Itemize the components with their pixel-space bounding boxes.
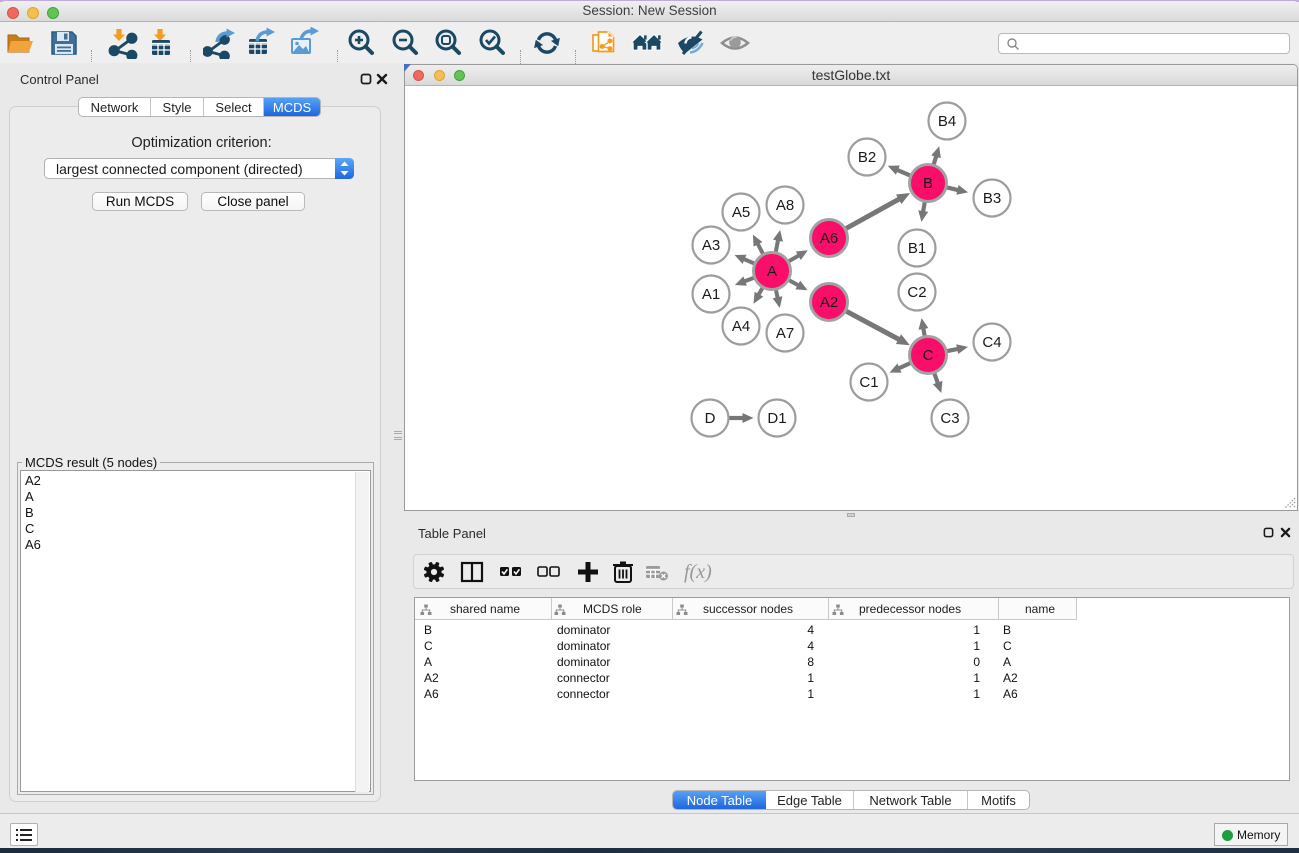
svg-text:B3: B3 — [983, 190, 1001, 207]
svg-text:D: D — [705, 410, 716, 427]
svg-text:A3: A3 — [702, 237, 720, 254]
svg-text:A1: A1 — [702, 286, 720, 303]
svg-text:A7: A7 — [776, 325, 794, 342]
svg-text:B: B — [923, 175, 933, 192]
svg-text:A: A — [767, 263, 777, 280]
svg-text:B1: B1 — [908, 240, 926, 257]
svg-text:D1: D1 — [767, 410, 786, 427]
svg-text:C3: C3 — [940, 410, 959, 427]
svg-text:B2: B2 — [858, 149, 876, 166]
svg-text:A2: A2 — [820, 294, 838, 311]
svg-text:C1: C1 — [859, 374, 878, 391]
svg-text:A8: A8 — [776, 197, 794, 214]
svg-text:C: C — [923, 347, 934, 364]
svg-text:A6: A6 — [820, 230, 838, 247]
svg-text:A4: A4 — [732, 318, 750, 335]
svg-text:f(x): f(x) — [684, 561, 712, 583]
svg-text:A5: A5 — [732, 204, 750, 221]
svg-text:B4: B4 — [938, 113, 956, 130]
svg-text:C2: C2 — [907, 284, 926, 301]
svg-text:C4: C4 — [982, 334, 1001, 351]
